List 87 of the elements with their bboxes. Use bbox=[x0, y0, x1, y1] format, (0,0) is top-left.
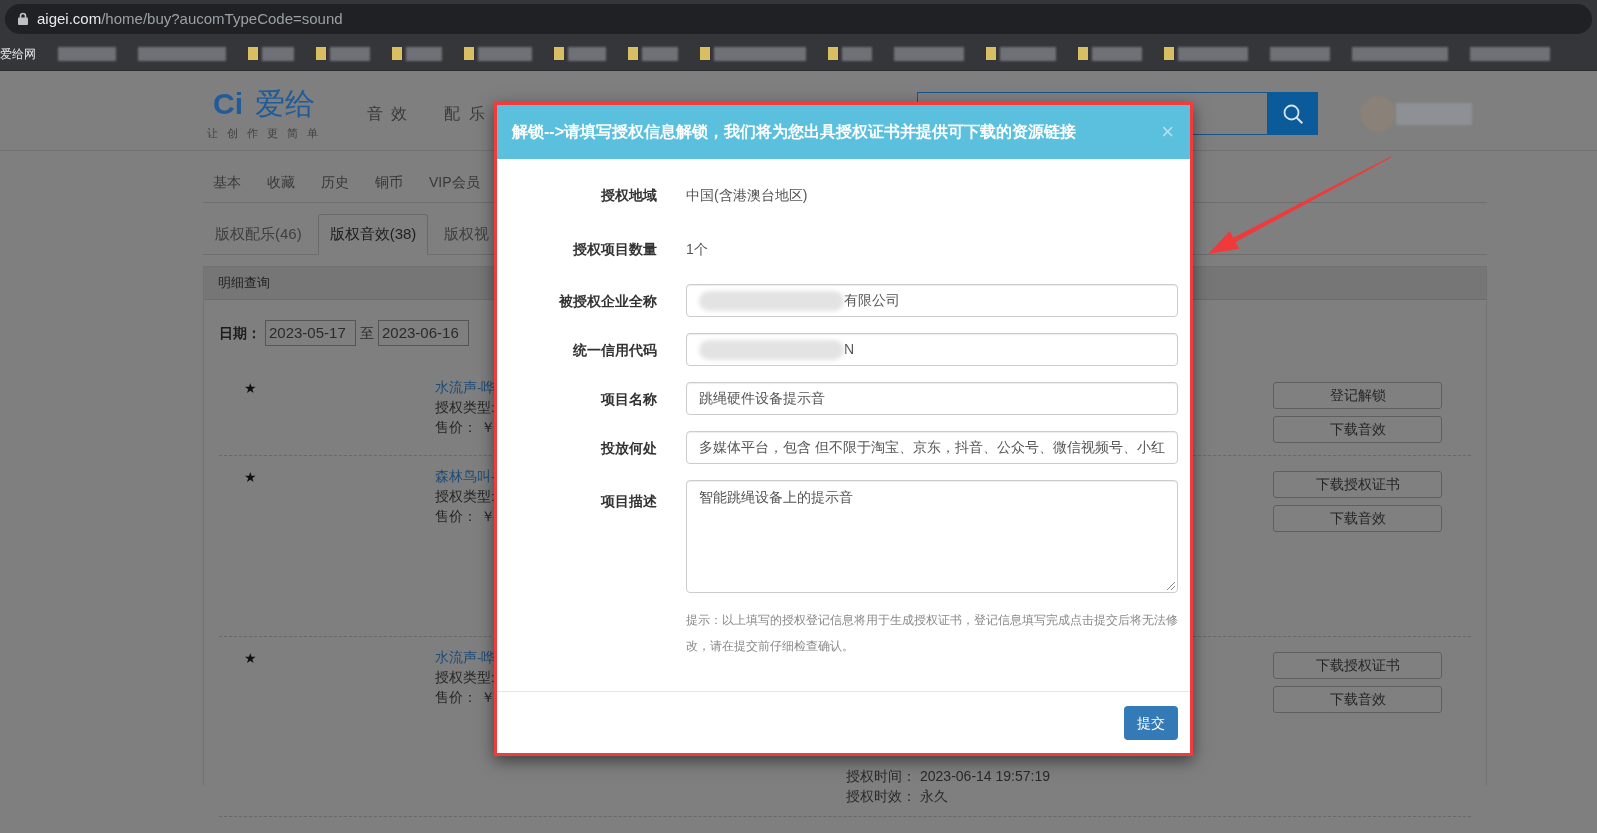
logo-name: 爱给 bbox=[255, 88, 315, 120]
logo-mark: Ci bbox=[213, 88, 243, 120]
field-label: 被授权企业全称 bbox=[559, 291, 657, 311]
field-label: 授权地域 bbox=[601, 186, 657, 205]
action-button[interactable]: 下载音效 bbox=[1273, 416, 1442, 443]
search-button[interactable] bbox=[1268, 92, 1318, 135]
record-title-link[interactable]: 水流声-哗 bbox=[435, 648, 496, 668]
nav-link[interactable]: 配 乐 bbox=[444, 103, 487, 125]
detail-value: 永久 bbox=[920, 787, 948, 806]
blurred-favicon-icon bbox=[1078, 47, 1088, 60]
blurred-favicon-icon bbox=[1164, 47, 1174, 60]
text-area[interactable]: 智能跳绳设备上的提示音 bbox=[686, 480, 1178, 593]
tab[interactable]: 版权音效(38) bbox=[317, 214, 429, 255]
date-separator: 至 bbox=[360, 323, 374, 343]
license-type-label: 授权类型: bbox=[435, 488, 495, 506]
blurred-bookmark bbox=[330, 46, 370, 61]
price-label: 售价： ￥ bbox=[435, 689, 495, 707]
action-button[interactable]: 登记解锁 bbox=[1273, 382, 1442, 409]
field-label: 项目描述 bbox=[601, 492, 657, 511]
price-label: 售价： ￥ bbox=[435, 508, 495, 526]
resize-handle-icon[interactable] bbox=[1167, 582, 1175, 590]
lock-icon bbox=[18, 12, 28, 25]
star-marker: ★ bbox=[244, 468, 258, 487]
detail-label: 授权时间： bbox=[846, 767, 917, 786]
blurred-favicon-icon bbox=[828, 47, 838, 60]
bookmark-link[interactable]: 爱给网 bbox=[0, 45, 36, 62]
blurred-bookmark bbox=[406, 46, 442, 61]
blurred-bookmark bbox=[642, 46, 678, 61]
account-menu-item[interactable]: 基本 bbox=[213, 172, 241, 192]
account-menu-item[interactable]: 收藏 bbox=[267, 172, 295, 192]
record-title-link[interactable]: 森林鸟叫- bbox=[435, 467, 496, 487]
date-field[interactable]: 2023-05-17 bbox=[265, 320, 356, 346]
date-field[interactable]: 2023-06-16 bbox=[378, 320, 469, 346]
tab[interactable]: 版权配乐(46) bbox=[203, 214, 314, 255]
dialog-title: 解锁-->请填写授权信息解锁，我们将为您出具授权证书并提供可下载的资源链接 bbox=[512, 122, 1076, 142]
blurred-favicon-icon bbox=[464, 47, 474, 60]
search-icon bbox=[1283, 103, 1303, 124]
price-label: 售价： ￥ bbox=[435, 419, 495, 437]
star-marker: ★ bbox=[244, 649, 258, 668]
text-field[interactable]: 有限公司 bbox=[686, 284, 1178, 317]
blurred-favicon-icon bbox=[248, 47, 258, 60]
field-label: 项目名称 bbox=[601, 389, 657, 409]
submit-button[interactable]: 提交 bbox=[1124, 706, 1178, 740]
field-value: 中国(含港澳台地区) bbox=[686, 185, 808, 205]
action-button[interactable]: 下载音效 bbox=[1273, 686, 1442, 713]
field-label: 授权项目数量 bbox=[573, 240, 657, 259]
star-marker: ★ bbox=[244, 379, 258, 398]
text-field[interactable]: 多媒体平台，包含 但不限于淘宝、京东，抖音、公众号、微信视频号、小红 bbox=[686, 431, 1178, 464]
blurred-bookmark bbox=[1092, 46, 1142, 61]
detail-label: 授权时效： bbox=[846, 787, 917, 806]
panel-title: 明细查询 bbox=[218, 274, 270, 293]
url-text: aigei.com/home/buy?aucomTypeCode=sound bbox=[37, 8, 343, 29]
text-field[interactable]: 跳绳硬件设备提示音 bbox=[686, 382, 1178, 415]
account-menu-item[interactable]: VIP会员 bbox=[429, 172, 480, 192]
blurred-favicon-icon bbox=[554, 47, 564, 60]
record-title-link[interactable]: 水流声-哗 bbox=[435, 378, 496, 398]
blurred-favicon-icon bbox=[700, 47, 710, 60]
address-bar[interactable]: aigei.com/home/buy?aucomTypeCode=sound bbox=[5, 3, 1592, 34]
action-button[interactable]: 下载授权证书 bbox=[1273, 652, 1442, 679]
blurred-bookmark bbox=[842, 46, 872, 61]
blurred-favicon-icon bbox=[986, 47, 996, 60]
blurred-favicon-icon bbox=[316, 47, 326, 60]
action-button[interactable]: 下载音效 bbox=[1273, 505, 1442, 532]
field-label: 投放何处 bbox=[601, 438, 657, 458]
blurred-bookmark bbox=[478, 46, 532, 61]
blurred-bookmark bbox=[1000, 46, 1056, 61]
blurred-bookmark bbox=[568, 46, 606, 61]
blurred-bookmark bbox=[1270, 46, 1330, 61]
blurred-bookmark bbox=[1178, 46, 1248, 61]
field-label: 统一信用代码 bbox=[573, 340, 657, 360]
date-label: 日期： bbox=[219, 323, 261, 343]
avatar-icon bbox=[1360, 96, 1396, 132]
license-type-label: 授权类型: bbox=[435, 399, 495, 417]
detail-value: 2023-06-14 19:57:19 bbox=[920, 767, 1050, 786]
nav-link[interactable]: 音 效 bbox=[367, 103, 410, 125]
text-field[interactable]: N bbox=[686, 333, 1178, 366]
hint-text: 提示：以上填写的授权登记信息将用于生成授权证书，登记信息填写完成点击提交后将无法修改，请在提交前仔细检查确认。 bbox=[686, 612, 1178, 655]
blurred-favicon-icon bbox=[392, 47, 402, 60]
blurred-bookmark bbox=[58, 46, 116, 61]
account-menu-item[interactable]: 历史 bbox=[321, 172, 349, 192]
license-type-label: 授权类型: bbox=[435, 669, 495, 687]
action-button[interactable]: 下载授权证书 bbox=[1273, 471, 1442, 498]
blurred-favicon-icon bbox=[628, 47, 638, 60]
field-value: 1个 bbox=[686, 239, 708, 259]
blurred-bookmark bbox=[262, 46, 294, 61]
account-menu-item[interactable]: 铜币 bbox=[375, 172, 403, 192]
blurred-bookmark bbox=[894, 46, 964, 61]
